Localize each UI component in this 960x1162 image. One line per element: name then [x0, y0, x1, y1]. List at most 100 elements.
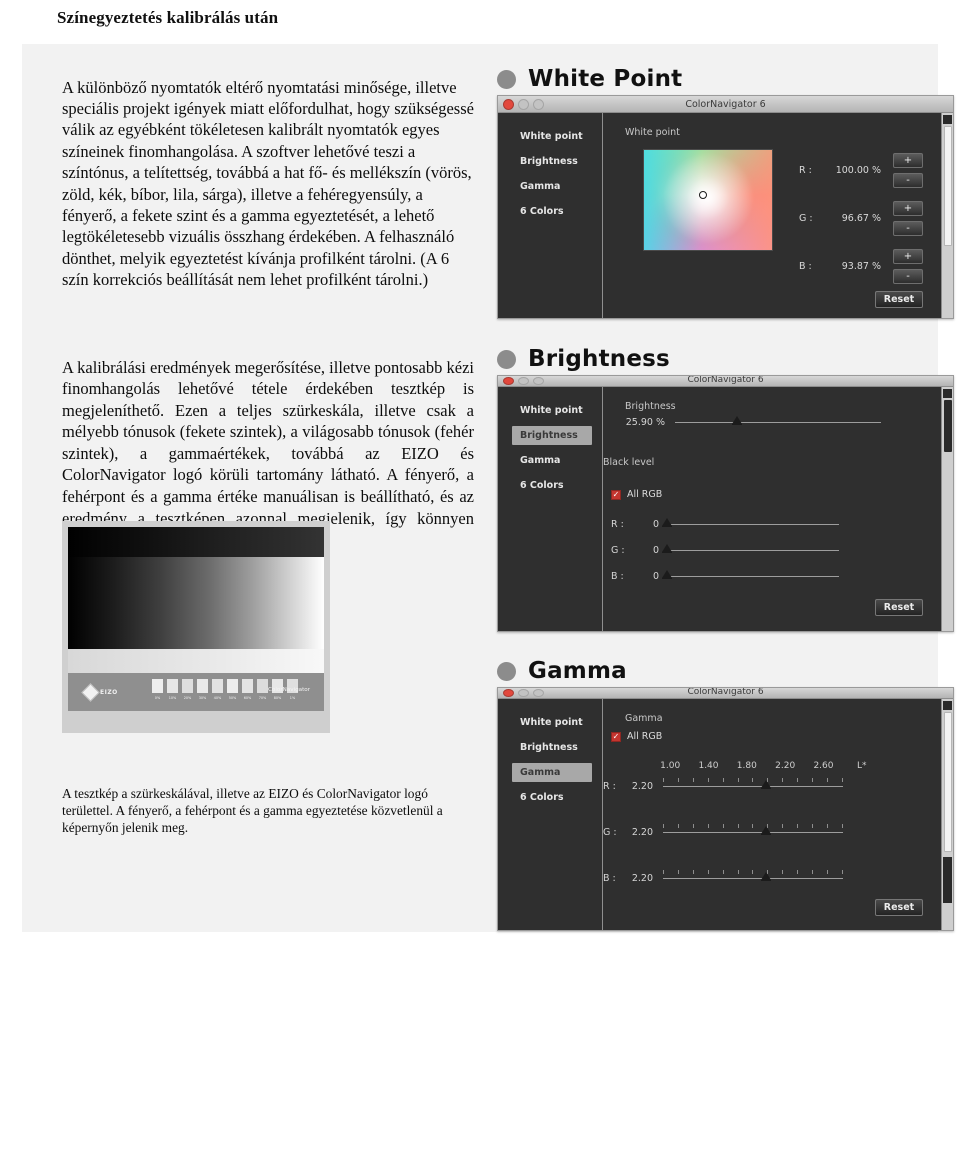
black-level-green-knob[interactable]: [662, 544, 672, 553]
test-pattern-patch-3: [197, 679, 208, 693]
black-level-green-row[interactable]: G : 0: [611, 544, 839, 556]
sidebar-item-white-point[interactable]: White point: [498, 127, 602, 146]
gamma-blue-track[interactable]: [663, 870, 843, 881]
white-point-red-increase-button[interactable]: +: [893, 153, 923, 168]
sidebar-item-brightness[interactable]: Brightness: [498, 152, 602, 171]
sidebar-item-6-colors[interactable]: 6 Colors: [498, 476, 602, 495]
scrollbar-thumb[interactable]: [944, 712, 952, 852]
test-pattern-footer: EIZO 0% 10% 20% 30% 40% 50% 60% 70% 80% 1% ColorN…: [68, 673, 324, 711]
test-pattern-light-band: [68, 649, 324, 673]
white-point-blue-stepper[interactable]: + -: [893, 249, 923, 284]
close-button-icon[interactable]: [503, 377, 514, 385]
white-point-green-decrease-button[interactable]: -: [893, 221, 923, 236]
sidebar-item-brightness[interactable]: Brightness: [512, 426, 592, 445]
gamma-red-row[interactable]: R : 2.20: [603, 778, 843, 792]
all-rgb-checkbox-icon[interactable]: ✓: [611, 731, 621, 742]
black-level-blue-track[interactable]: [662, 570, 839, 579]
sidebar-item-gamma[interactable]: Gamma: [512, 763, 592, 782]
window-traffic-lights[interactable]: [503, 377, 544, 385]
close-button-icon[interactable]: [503, 689, 514, 697]
brightness-slider-row[interactable]: 25.90 %: [611, 416, 901, 428]
white-point-color-picker[interactable]: [643, 149, 773, 251]
window-content: Gamma ✓ All RGB 1.00 1.40 1.80 2.20 2.60 L* R…: [603, 699, 953, 930]
section-label-black-level: Black level: [603, 457, 655, 468]
minimize-button-icon[interactable]: [518, 689, 529, 697]
panel-brightness-header: Brightness: [497, 348, 954, 371]
gamma-red-knob[interactable]: [760, 780, 771, 789]
window-titlebar: ColorNavigator 6: [498, 96, 953, 113]
close-button-icon[interactable]: [503, 99, 514, 110]
white-point-gradient: [644, 150, 772, 250]
eizo-logo-text: EIZO: [100, 688, 118, 696]
white-point-red-stepper[interactable]: + -: [893, 153, 923, 188]
minimize-button-icon[interactable]: [518, 99, 529, 110]
gamma-red-ticks: [663, 778, 843, 782]
paragraph-caption: A tesztkép a szürkeskálával, illetve az …: [62, 786, 443, 836]
test-pattern-patch-label-8: 80%: [273, 696, 282, 700]
gamma-all-rgb-checkbox-row[interactable]: ✓ All RGB: [611, 731, 662, 742]
zoom-button-icon[interactable]: [533, 99, 544, 110]
test-pattern-dark-band: [68, 527, 324, 557]
black-level-green-key: G :: [611, 545, 625, 556]
scrollbar-thumb[interactable]: [944, 400, 952, 452]
brightness-reset-button[interactable]: Reset: [875, 599, 923, 616]
gamma-blue-row[interactable]: B : 2.20: [603, 870, 843, 884]
white-point-blue-decrease-button[interactable]: -: [893, 269, 923, 284]
black-level-blue-knob[interactable]: [662, 570, 672, 579]
white-point-green-stepper[interactable]: + -: [893, 201, 923, 236]
gamma-red-track[interactable]: [663, 778, 843, 789]
gamma-green-track[interactable]: [663, 824, 843, 835]
vertical-scrollbar[interactable]: [941, 113, 953, 318]
brightness-slider-track[interactable]: [675, 416, 881, 425]
gamma-blue-knob[interactable]: [760, 872, 771, 881]
gamma-scale-label-4: 2.60: [813, 761, 834, 771]
brightness-all-rgb-checkbox-row[interactable]: ✓ All RGB: [611, 489, 662, 500]
test-pattern-patch-label-1: 10%: [168, 696, 177, 700]
white-point-green-increase-button[interactable]: +: [893, 201, 923, 216]
scrollbar-thumb[interactable]: [944, 126, 952, 246]
window-traffic-lights[interactable]: [503, 99, 544, 110]
sidebar-item-6-colors[interactable]: 6 Colors: [498, 788, 602, 807]
sidebar-item-gamma[interactable]: Gamma: [498, 451, 602, 470]
scrollbar-cap-icon: [943, 701, 952, 710]
zoom-button-icon[interactable]: [533, 377, 544, 385]
window-traffic-lights[interactable]: [503, 689, 544, 697]
sidebar-item-gamma[interactable]: Gamma: [498, 177, 602, 196]
all-rgb-label: All RGB: [627, 731, 663, 742]
black-level-red-knob[interactable]: [662, 518, 672, 527]
sidebar-nav: White point Brightness Gamma 6 Colors: [498, 387, 603, 631]
window-titlebar: ColorNavigator 6: [498, 376, 953, 387]
gamma-reset-button[interactable]: Reset: [875, 899, 923, 916]
gamma-green-knob[interactable]: [760, 826, 771, 835]
sidebar-item-white-point[interactable]: White point: [498, 401, 602, 420]
vertical-scrollbar[interactable]: [941, 387, 953, 631]
window-body: White point Brightness Gamma 6 Colors Ga…: [498, 699, 953, 930]
test-pattern-image: EIZO 0% 10% 20% 30% 40% 50% 60% 70% 80% 1% ColorN…: [62, 521, 330, 733]
black-level-green-track[interactable]: [662, 544, 839, 553]
black-level-blue-row[interactable]: B : 0: [611, 570, 839, 582]
window-title: ColorNavigator 6: [685, 98, 766, 110]
sidebar-item-white-point[interactable]: White point: [498, 713, 602, 732]
white-point-cursor-icon[interactable]: [698, 191, 707, 199]
panel-gamma-title: Gamma: [528, 658, 627, 684]
black-level-red-track[interactable]: [662, 518, 839, 527]
eizo-diamond-icon: [81, 682, 100, 702]
white-point-blue-increase-button[interactable]: +: [893, 249, 923, 264]
sidebar-item-brightness[interactable]: Brightness: [498, 738, 602, 757]
vertical-scrollbar[interactable]: [941, 699, 953, 930]
all-rgb-checkbox-icon[interactable]: ✓: [611, 489, 621, 500]
gamma-blue-value: 2.20: [631, 873, 653, 884]
white-point-red-decrease-button[interactable]: -: [893, 173, 923, 188]
sidebar-item-6-colors[interactable]: 6 Colors: [498, 202, 602, 221]
window-colornavigator-brightness: ColorNavigator 6 White point Brightness …: [497, 375, 954, 632]
minimize-button-icon[interactable]: [518, 377, 529, 385]
scrollbar-cap-icon: [943, 115, 952, 124]
black-level-red-row[interactable]: R : 0: [611, 518, 839, 530]
gamma-green-row[interactable]: G : 2.20: [603, 824, 843, 838]
zoom-button-icon[interactable]: [533, 689, 544, 697]
window-body: White point Brightness Gamma 6 Colors Wh…: [498, 113, 953, 318]
sidebar-nav: White point Brightness Gamma 6 Colors: [498, 113, 603, 318]
test-pattern-patch-label-7: 70%: [258, 696, 267, 700]
brightness-slider-knob[interactable]: [731, 416, 742, 425]
white-point-reset-button[interactable]: Reset: [875, 291, 923, 308]
